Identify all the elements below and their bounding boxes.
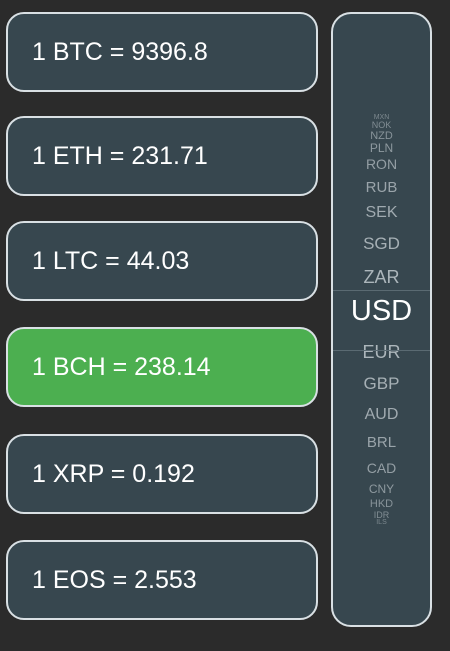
rate-card-eos[interactable]: 1 EOS = 2.553 (6, 540, 318, 620)
currency-option[interactable]: ILS (333, 519, 430, 526)
rate-card-ltc[interactable]: 1 LTC = 44.03 (6, 221, 318, 301)
currency-option[interactable]: GBP (333, 375, 430, 392)
rate-text: 1 ETH = 231.71 (32, 141, 208, 170)
rate-card-bch[interactable]: 1 BCH = 238.14 (6, 327, 318, 407)
picker-selection-line-bottom (333, 350, 430, 351)
currency-option[interactable]: SEK (333, 205, 430, 221)
rate-text: 1 XRP = 0.192 (32, 459, 195, 488)
rate-text: 1 EOS = 2.553 (32, 565, 197, 594)
currency-option[interactable]: RUB (333, 180, 430, 195)
converter-screen: 1 BTC = 9396.8 1 ETH = 231.71 1 LTC = 44… (0, 0, 450, 651)
picker-selection-line-top (333, 290, 430, 291)
rate-card-eth[interactable]: 1 ETH = 231.71 (6, 116, 318, 196)
currency-option[interactable]: HKD (333, 499, 430, 510)
rate-text: 1 LTC = 44.03 (32, 246, 190, 275)
rate-card-btc[interactable]: 1 BTC = 9396.8 (6, 12, 318, 92)
currency-option[interactable]: SGD (333, 235, 430, 252)
currency-option[interactable]: RON (333, 157, 430, 171)
rate-text: 1 BTC = 9396.8 (32, 37, 208, 66)
rate-text: 1 BCH = 238.14 (32, 352, 211, 381)
rate-card-xrp[interactable]: 1 XRP = 0.192 (6, 434, 318, 514)
currency-option[interactable]: ZAR (333, 268, 430, 286)
currency-option[interactable]: NOK (333, 121, 430, 130)
currency-picker-list[interactable]: MXN NOK NZD PLN RON RUB SEK SGD ZAR USD … (333, 14, 430, 625)
currency-option[interactable]: EUR (333, 343, 430, 361)
currency-picker[interactable]: MXN NOK NZD PLN RON RUB SEK SGD ZAR USD … (331, 12, 432, 627)
currency-option[interactable]: PLN (333, 142, 430, 154)
currency-option[interactable]: CAD (333, 461, 430, 475)
selected-currency[interactable]: USD (333, 297, 430, 326)
currency-option[interactable]: AUD (333, 407, 430, 423)
currency-option[interactable]: CNY (333, 483, 430, 495)
currency-option[interactable]: BRL (333, 435, 430, 450)
